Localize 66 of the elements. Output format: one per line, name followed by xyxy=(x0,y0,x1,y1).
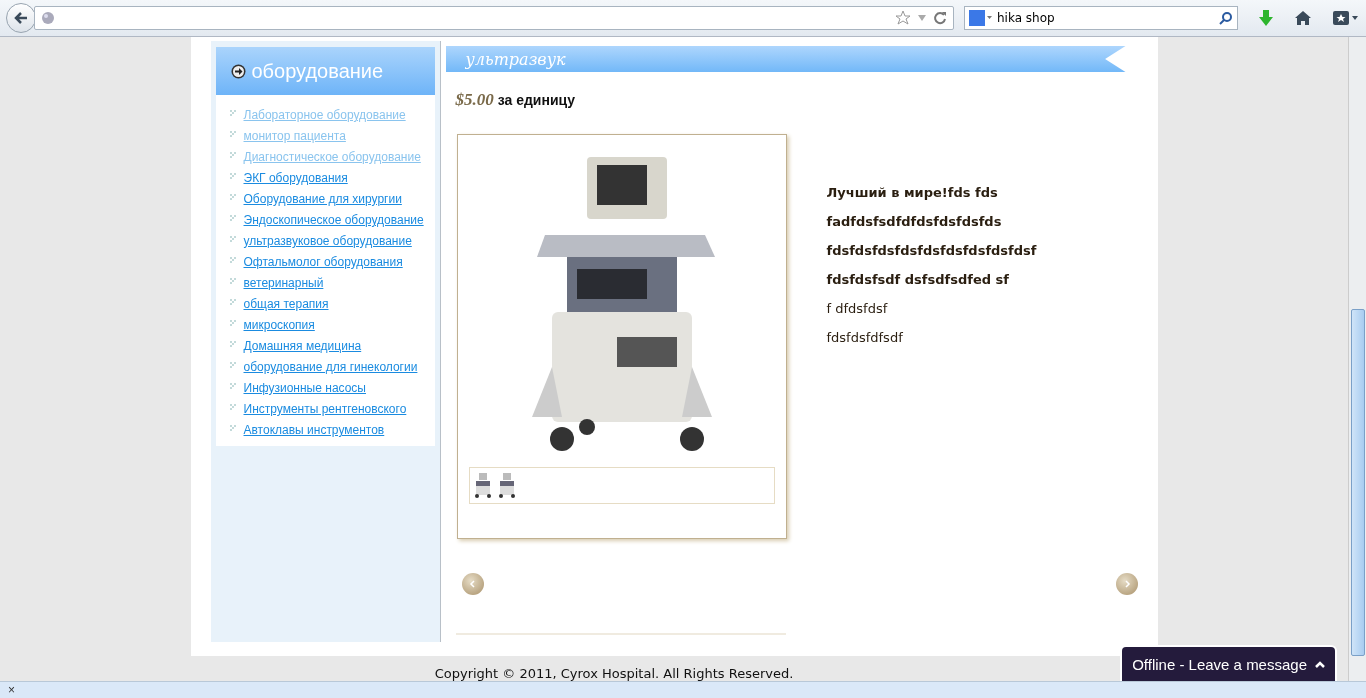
category-link[interactable]: Эндоскопическое оборудование xyxy=(243,212,424,228)
home-icon[interactable] xyxy=(1294,10,1312,26)
dot-bullet-icon xyxy=(229,110,236,116)
download-arrow-icon[interactable] xyxy=(1258,9,1274,27)
dot-bullet-icon xyxy=(229,131,236,137)
ultrasound-thumbnail-icon[interactable] xyxy=(497,472,516,499)
product-title: ультразвук xyxy=(465,49,566,69)
dot-bullet-icon xyxy=(229,362,236,368)
description-line: fdsfdsfdfsdf xyxy=(826,329,904,347)
copyright-text: Copyright © 2011, Cyrox Hospital. All Rights Reserved. xyxy=(434,666,794,681)
description-line: fdsfdsfsdf dsfsdfsdfed sf xyxy=(826,271,1010,289)
category-link[interactable]: Лабораторное оборудование xyxy=(243,107,406,123)
dropdown-icon[interactable] xyxy=(917,14,927,22)
category-link[interactable]: ЭКГ оборудования xyxy=(243,170,348,186)
dot-bullet-icon xyxy=(229,215,236,221)
search-icon[interactable] xyxy=(1219,11,1233,25)
description-line: fdsfdsfdsfdsfdsfdsfdsfdsfdsf xyxy=(826,242,1037,260)
description-line: Лучший в мире!fds fds xyxy=(826,184,999,202)
category-link[interactable]: Инструменты рентгеновского xyxy=(243,401,407,417)
chevron-left-icon xyxy=(467,579,478,589)
ultrasound-thumbnail-icon[interactable] xyxy=(473,472,492,499)
reload-icon[interactable] xyxy=(933,11,947,25)
back-button[interactable] xyxy=(6,3,36,33)
category-link[interactable]: монитор пациента xyxy=(243,128,346,144)
dot-bullet-icon xyxy=(229,236,236,242)
price: $5.00 xyxy=(455,90,494,110)
star-icon[interactable] xyxy=(895,10,911,26)
category-link[interactable]: ветеринарный xyxy=(243,275,324,291)
globe-icon xyxy=(41,11,55,25)
category-link[interactable]: общая терапия xyxy=(243,296,329,312)
category-link[interactable]: оборудование для гинекологии xyxy=(243,359,418,375)
description-line: f dfdsfdsf xyxy=(826,300,889,318)
dot-bullet-icon xyxy=(229,425,236,431)
dot-bullet-icon xyxy=(229,173,236,179)
previous-button[interactable] xyxy=(461,573,484,595)
category-link[interactable]: Автоклавы инструментов xyxy=(243,422,385,438)
category-link[interactable]: Офтальмолог оборудования xyxy=(243,254,403,270)
bookmarks-icon[interactable] xyxy=(1332,10,1358,26)
google-icon[interactable] xyxy=(969,10,993,26)
price-unit: за единицу xyxy=(497,92,575,108)
scrollbar[interactable] xyxy=(1348,37,1366,681)
dot-bullet-icon xyxy=(229,278,236,284)
chat-button[interactable]: Offline - Leave a message xyxy=(1120,645,1337,681)
category-link[interactable]: Диагностическое оборудование xyxy=(243,149,421,165)
description-line: fadfdsfsdfdfdsfdsfdsfds xyxy=(826,213,1003,231)
dot-bullet-icon xyxy=(229,383,236,389)
dot-bullet-icon xyxy=(229,152,236,158)
category-link[interactable]: ультразвуковое оборудование xyxy=(243,233,412,249)
arrow-circle-icon xyxy=(230,63,246,79)
category-title: оборудование xyxy=(251,59,384,83)
dot-bullet-icon xyxy=(229,194,236,200)
close-button[interactable]: × xyxy=(0,683,23,697)
dot-bullet-icon xyxy=(229,299,236,305)
dot-bullet-icon xyxy=(229,257,236,263)
chevron-up-icon xyxy=(1315,660,1325,668)
dot-bullet-icon xyxy=(229,320,236,326)
dot-bullet-icon xyxy=(229,341,236,347)
next-button[interactable] xyxy=(1115,573,1138,595)
category-link[interactable]: Инфузионные насосы xyxy=(243,380,366,396)
back-arrow-icon xyxy=(13,10,29,26)
dot-bullet-icon xyxy=(229,404,236,410)
search-input[interactable]: hika shop xyxy=(997,11,1215,25)
category-link[interactable]: микроскопия xyxy=(243,317,315,333)
category-link[interactable]: Домашняя медицина xyxy=(243,338,362,354)
category-link[interactable]: Оборудование для хирургии xyxy=(243,191,402,207)
search-field[interactable]: hika shop xyxy=(964,6,1238,30)
